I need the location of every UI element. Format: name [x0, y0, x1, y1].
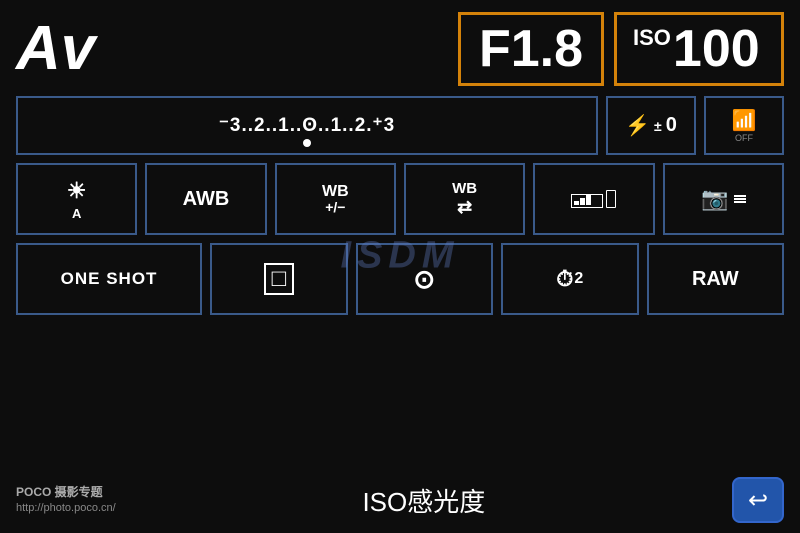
metering-icon: ☀ A — [67, 178, 87, 221]
af-point-icon: □ — [264, 263, 295, 295]
awb-label: AWB — [183, 188, 230, 210]
brand-info: POCO 摄影专题 http://photo.poco.cn/ — [16, 484, 116, 516]
shooting-mode: Av — [16, 18, 95, 80]
wb-shift-icon: WB ⇄ — [452, 180, 477, 218]
settings-row-2: ONE SHOT □ ⊙ ⏱ 2 RAW — [16, 243, 784, 315]
one-shot-box[interactable]: ONE SHOT — [16, 243, 202, 315]
raw-box[interactable]: RAW — [647, 243, 784, 315]
flash-icon: ⚡ — [625, 113, 650, 138]
wb-text-line1: WB — [322, 183, 349, 201]
wifi-icon: 📶 — [732, 108, 757, 133]
brand-name: POCO 摄影专题 — [16, 484, 116, 501]
brand-url: http://photo.poco.cn/ — [16, 501, 116, 516]
top-row: Av F1.8 ISO 100 — [16, 12, 784, 86]
exposure-scale: ⁻3..2..1..ʘ..1..2.⁺3 — [219, 114, 395, 137]
awb-box[interactable]: AWB — [145, 163, 266, 235]
iso-value: 100 — [673, 23, 760, 75]
flash-compensation-box[interactable]: ⚡ ± 0 — [606, 96, 696, 155]
one-shot-label: ONE SHOT — [61, 269, 158, 289]
iso-footer-label: ISO感光度 — [116, 482, 732, 519]
circle-af-box[interactable]: ⊙ — [356, 243, 493, 315]
back-arrow-icon: ↩ — [748, 486, 768, 515]
wb-shift-box[interactable]: WB ⇄ — [404, 163, 525, 235]
flash-pm-icon: ± — [654, 118, 662, 134]
exposure-row: ⁻3..2..1..ʘ..1..2.⁺3 ⚡ ± 0 📶 OFF — [16, 96, 784, 155]
aperture-display[interactable]: F1.8 — [458, 12, 604, 86]
camera-screen: Av F1.8 ISO 100 ⁻3..2..1..ʘ..1..2.⁺3 ⚡ ±… — [0, 0, 800, 533]
display-icon — [571, 190, 616, 208]
af-point-box[interactable]: □ — [210, 243, 347, 315]
timer-icon: ⏱ 2 — [556, 266, 583, 292]
camera-settings-icon: 📷 — [701, 186, 745, 212]
wifi-status: OFF — [735, 133, 753, 143]
wb-adjust-label: WB +/− — [322, 183, 349, 216]
back-button[interactable]: ↩ — [732, 477, 784, 523]
exposure-scale-box[interactable]: ⁻3..2..1..ʘ..1..2.⁺3 — [16, 96, 598, 155]
camera-settings-box[interactable]: 📷 — [663, 163, 784, 235]
wifi-box[interactable]: 📶 OFF — [704, 96, 784, 155]
display-box[interactable] — [533, 163, 654, 235]
flash-value: 0 — [666, 114, 677, 137]
wb-text-line2: +/− — [322, 200, 349, 215]
wb-adjust-box[interactable]: WB +/− — [275, 163, 396, 235]
metering-box[interactable]: ☀ A — [16, 163, 137, 235]
iso-display[interactable]: ISO 100 — [614, 12, 784, 86]
iso-label: ISO — [633, 27, 671, 49]
timer-box[interactable]: ⏱ 2 — [501, 243, 638, 315]
exposure-cursor — [303, 139, 311, 147]
settings-row-1: ☀ A AWB WB +/− WB ⇄ — [16, 163, 784, 235]
bottom-bar: POCO 摄影专题 http://photo.poco.cn/ ISO感光度 ↩ — [16, 473, 784, 523]
raw-label: RAW — [692, 268, 739, 291]
circle-af-icon: ⊙ — [413, 264, 435, 295]
